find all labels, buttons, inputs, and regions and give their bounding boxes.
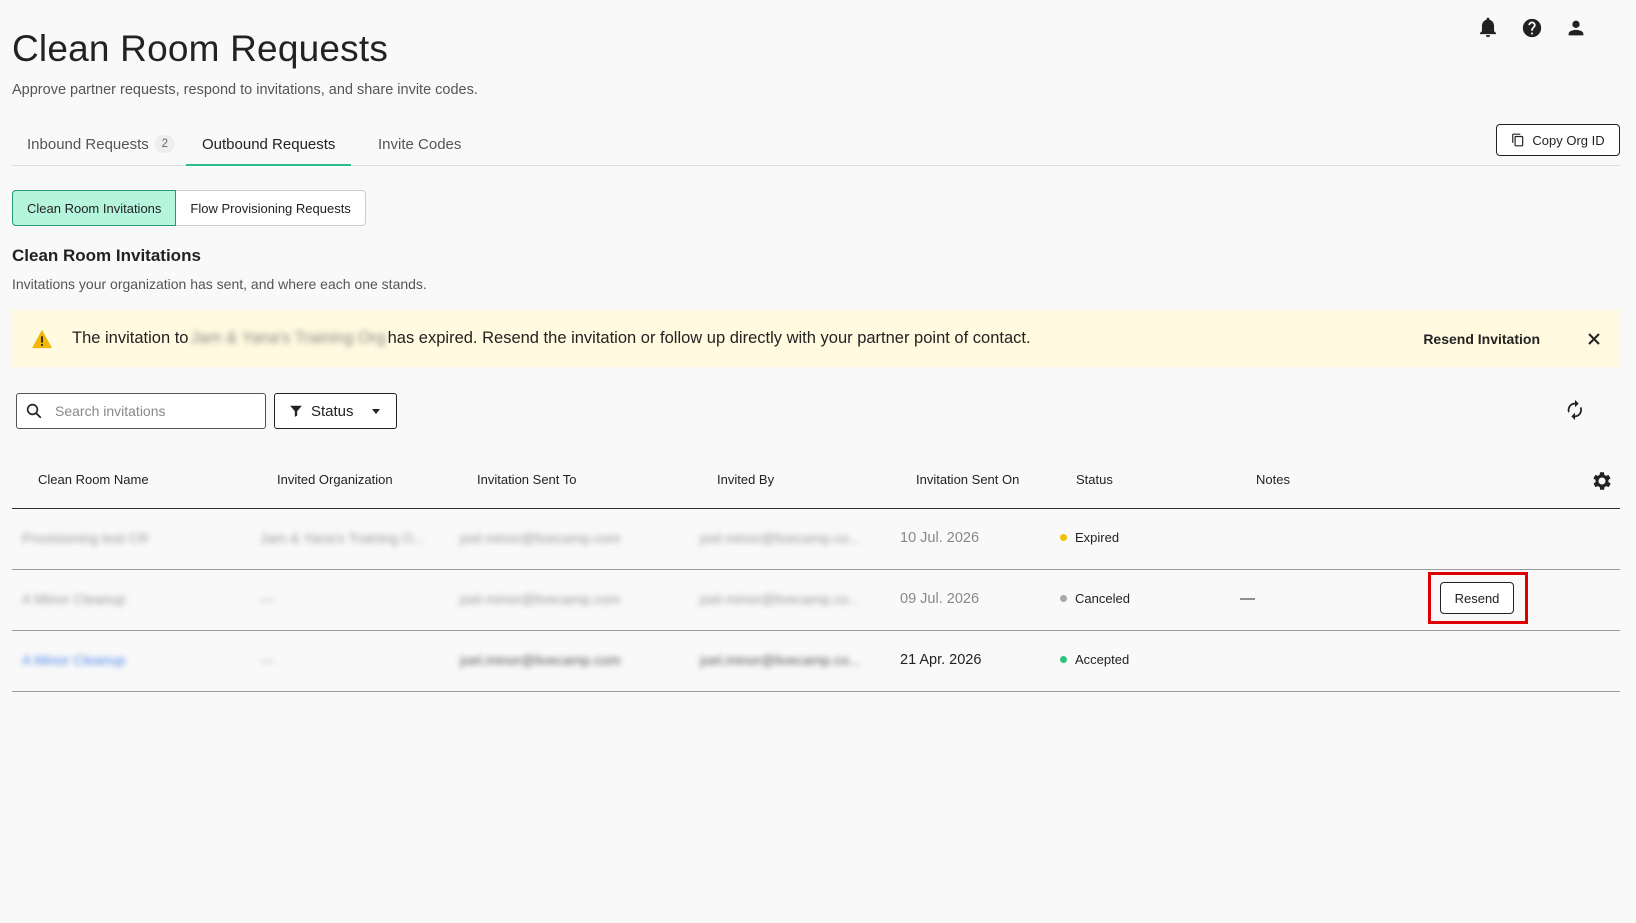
search-input[interactable]	[53, 402, 247, 420]
tab-label: Inbound Requests	[27, 135, 149, 153]
cell-invitation-sent-to: joel.minor@livecamp.com	[460, 591, 621, 607]
status-badge: Expired	[1060, 530, 1119, 545]
bell-icon[interactable]	[1476, 16, 1500, 40]
request-tabs: Inbound Requests 2 Outbound Requests Inv…	[12, 124, 1620, 166]
cell-invited-by: joel.minor@livecamp.co...	[700, 530, 861, 546]
column-header-notes[interactable]: Notes	[1256, 472, 1290, 487]
column-header-invitation-sent-to[interactable]: Invitation Sent To	[477, 472, 577, 487]
section-title: Clean Room Invitations	[12, 246, 201, 265]
tab-inbound-requests[interactable]: Inbound Requests 2	[27, 124, 175, 164]
table-row[interactable]: A Minor Cleanup — joel.minor@livecamp.co…	[12, 570, 1620, 631]
invitations-table: Clean Room Name Invited Organization Inv…	[12, 455, 1620, 692]
status-filter-dropdown[interactable]: Status	[274, 393, 397, 429]
status-badge: Accepted	[1060, 652, 1129, 667]
cell-invited-by: joel.minor@livecamp.co...	[700, 591, 861, 607]
status-dot-expired	[1060, 534, 1067, 541]
status-label: Canceled	[1075, 591, 1130, 606]
status-dot-accepted	[1060, 656, 1067, 663]
cell-invited-organization: —	[260, 591, 274, 607]
column-header-status[interactable]: Status	[1076, 472, 1113, 487]
caret-down-icon	[371, 408, 380, 414]
table-row[interactable]: Provisioning test CR Jam & Yana's Traini…	[12, 509, 1620, 570]
refresh-button[interactable]	[1562, 397, 1588, 423]
warning-icon	[32, 329, 52, 349]
search-icon	[26, 403, 42, 419]
cell-invitation-sent-to: joel.minor@livecamp.com	[460, 652, 621, 668]
cell-invitation-date: 21 Apr. 2026	[900, 652, 982, 668]
page-subtitle: Approve partner requests, respond to inv…	[12, 82, 478, 98]
tab-outbound-requests[interactable]: Outbound Requests	[186, 124, 352, 166]
cell-invited-organization: —	[260, 652, 274, 668]
cell-invitation-sent-to: joel.minor@livecamp.com	[460, 530, 621, 546]
segment-clean-room-invitations[interactable]: Clean Room Invitations	[12, 190, 177, 226]
invitation-type-toggle: Clean Room Invitations Flow Provisioning…	[12, 190, 366, 226]
cell-clean-room-name: A Minor Cleanup	[22, 591, 126, 607]
cell-notes: —	[1240, 590, 1255, 607]
cell-clean-room-name: Provisioning test CR	[22, 530, 149, 546]
copy-org-id-button[interactable]: Copy Org ID	[1496, 124, 1620, 156]
table-row[interactable]: A Minor Cleanup — joel.minor@livecamp.co…	[12, 631, 1620, 692]
inbound-count-badge: 2	[154, 135, 175, 153]
status-dot-canceled	[1060, 595, 1067, 602]
user-icon[interactable]	[1564, 16, 1588, 40]
close-icon	[1588, 332, 1600, 345]
cell-invitation-date: 10 Jul. 2026	[900, 530, 980, 546]
status-badge: Canceled	[1060, 591, 1130, 606]
copy-org-id-label: Copy Org ID	[1532, 132, 1605, 148]
table-header: Clean Room Name Invited Organization Inv…	[12, 455, 1620, 509]
status-label: Expired	[1075, 530, 1120, 545]
search-box	[16, 393, 266, 429]
close-alert-button[interactable]	[1584, 329, 1604, 349]
status-label: Accepted	[1075, 652, 1130, 667]
column-header-invited-by[interactable]: Invited By	[717, 472, 774, 487]
cell-invitation-date: 09 Jul. 2026	[900, 591, 980, 607]
alert-org-name: Jam & Yana's Training Org	[190, 329, 386, 347]
alert-message: The invitation to Jam & Yana's Training …	[72, 329, 1031, 348]
alert-prefix: The invitation to	[72, 329, 189, 347]
column-header-invitation-sent-on[interactable]: Invitation Sent On	[916, 472, 1019, 487]
resend-button[interactable]: Resend	[1440, 582, 1514, 614]
expired-invitation-alert: The invitation to Jam & Yana's Training …	[12, 310, 1620, 367]
cell-clean-room-name-link[interactable]: A Minor Cleanup	[22, 652, 126, 668]
status-filter-label: Status	[311, 402, 354, 420]
filter-icon	[290, 405, 302, 417]
column-header-invited-organization[interactable]: Invited Organization	[277, 472, 393, 487]
tab-label: Invite Codes	[378, 135, 462, 153]
tab-invite-codes[interactable]: Invite Codes	[378, 124, 461, 164]
section-subtitle: Invitations your organization has sent, …	[12, 276, 427, 292]
help-icon[interactable]	[1520, 16, 1544, 40]
resend-invitation-link[interactable]: Resend Invitation	[1423, 331, 1540, 347]
alert-suffix: has expired. Resend the invitation or fo…	[387, 329, 1031, 347]
page-title: Clean Room Requests	[12, 28, 389, 69]
gear-icon[interactable]	[1590, 469, 1614, 493]
cell-invited-organization: Jam & Yana's Training O...	[260, 530, 425, 546]
top-icon-bar	[1476, 16, 1588, 40]
refresh-icon	[1567, 399, 1582, 421]
tab-label: Outbound Requests	[202, 135, 336, 153]
segment-flow-provisioning-requests[interactable]: Flow Provisioning Requests	[176, 190, 366, 226]
cell-invited-by: joel.minor@livecamp.co...	[700, 652, 861, 668]
copy-icon	[1512, 133, 1524, 147]
column-header-clean-room-name[interactable]: Clean Room Name	[38, 472, 149, 487]
